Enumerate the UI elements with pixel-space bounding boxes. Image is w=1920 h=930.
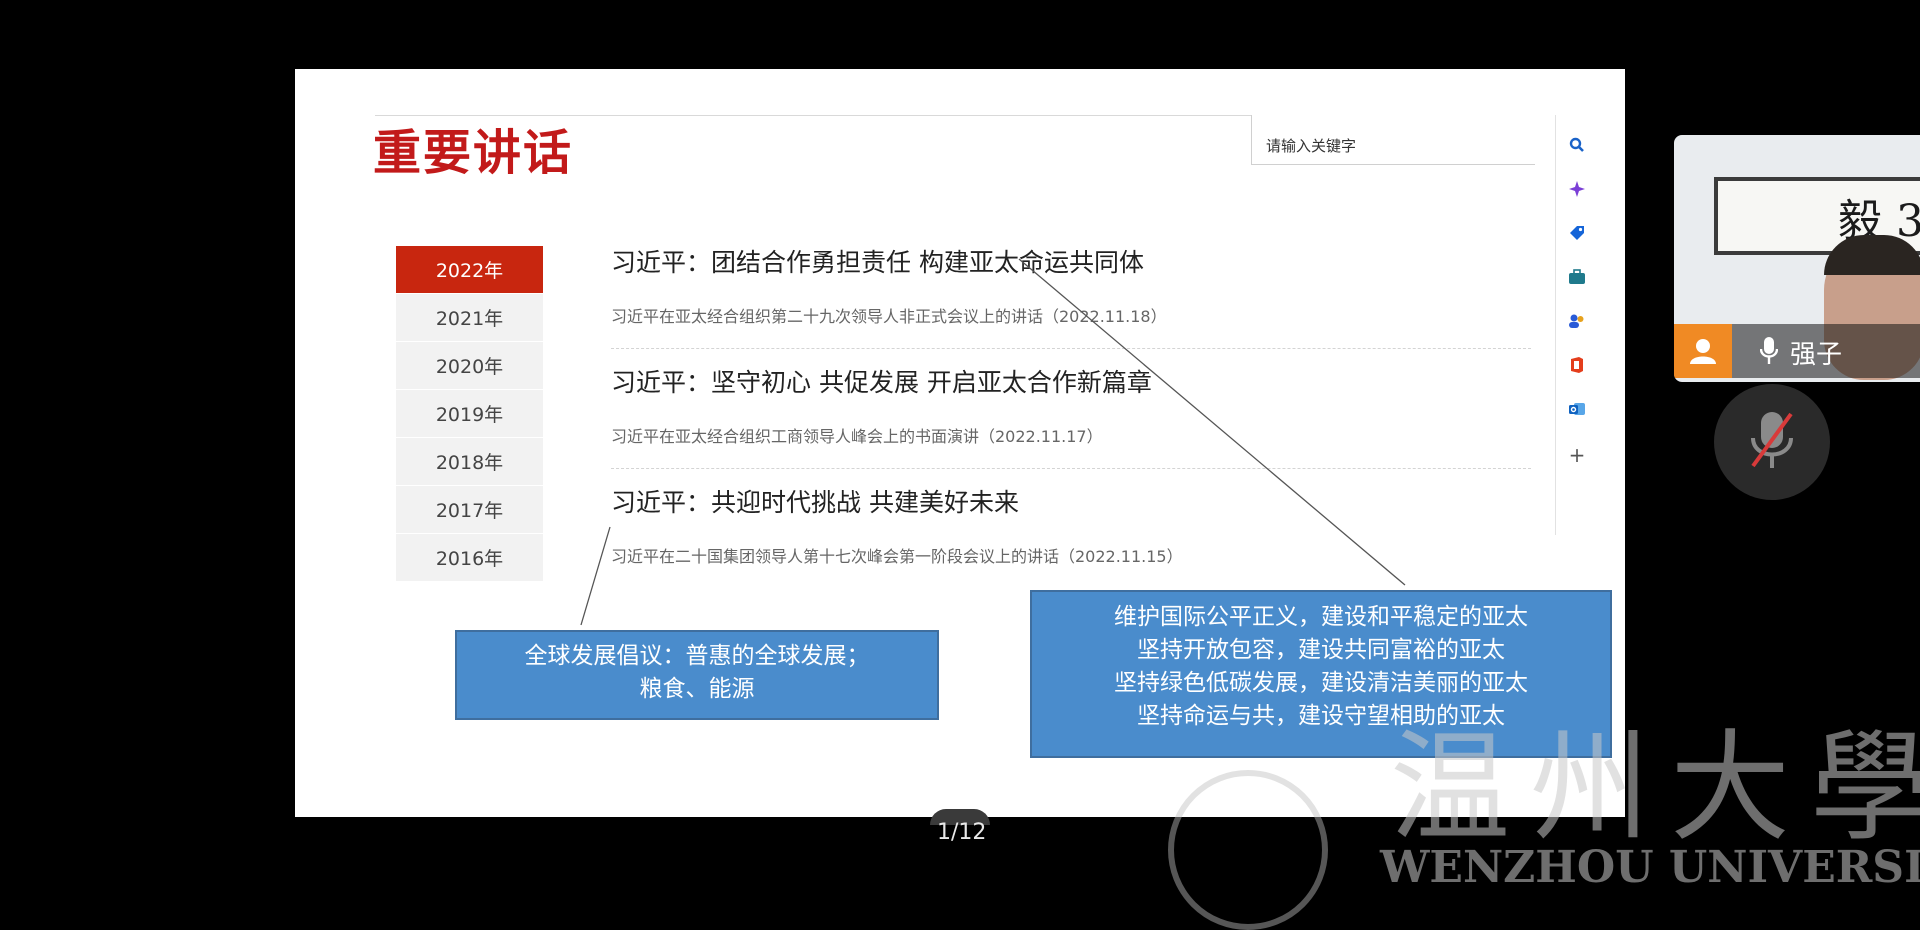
annotation-line: 粮食、能源 [639, 676, 755, 702]
participant-name-bar: 强子 [1674, 324, 1920, 378]
connector-line-right [1018, 258, 1406, 586]
participant-name: 强子 [1790, 340, 1843, 370]
annotation-line: 全球发展倡议：普惠的全球发展； [524, 643, 870, 669]
university-seal-watermark [1168, 770, 1328, 930]
annotation-line: 坚持开放包容，建设共同富裕的亚太 [1137, 637, 1505, 663]
page-indicator: 1/12 [937, 820, 987, 845]
connector-line-left [580, 526, 611, 626]
watermark-chinese: 温州大學 [1390, 719, 1920, 858]
participant-video-tile[interactable]: 毅 3 强子 [1674, 135, 1920, 382]
mute-microphone-button[interactable] [1714, 384, 1830, 500]
annotation-global-development: 全球发展倡议：普惠的全球发展； 粮食、能源 [455, 630, 939, 720]
annotation-line: 维护国际公平正义，建设和平稳定的亚太 [1114, 604, 1528, 630]
microphone-muted-icon [1747, 408, 1797, 476]
microphone-icon [1759, 336, 1779, 370]
avatar-icon [1674, 324, 1732, 378]
watermark-english: WENZHOU UNIVERSITY [1380, 842, 1920, 893]
